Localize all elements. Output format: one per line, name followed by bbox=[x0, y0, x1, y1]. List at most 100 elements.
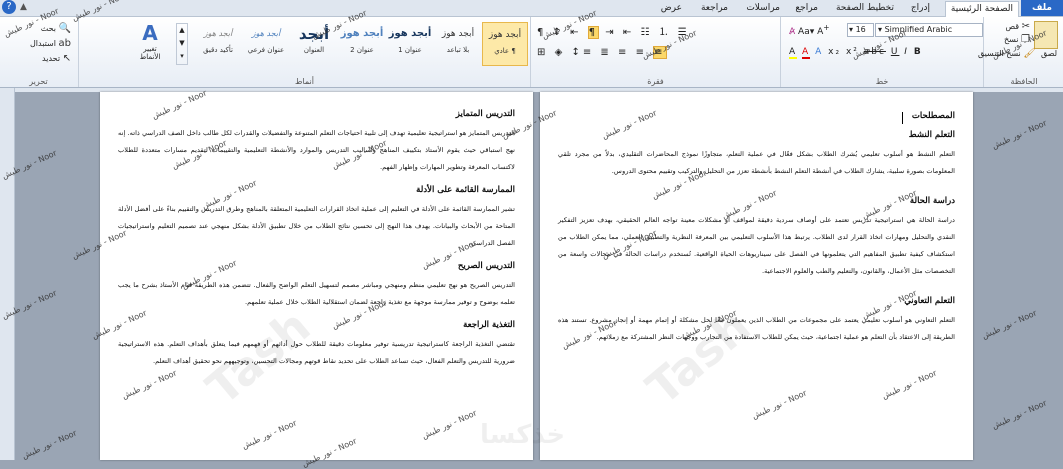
sort-icon[interactable]: ↕ bbox=[553, 27, 564, 38]
select-button[interactable]: ↖ تحديد bbox=[42, 53, 71, 64]
page-left-text[interactable]: التدريس المتمايز التدريس المتمايز هو است… bbox=[118, 100, 515, 374]
ltr-direction-icon[interactable]: ¶ bbox=[587, 26, 600, 39]
tab-file[interactable]: ملف bbox=[1021, 0, 1063, 16]
highlight-color-icon[interactable]: A bbox=[789, 47, 798, 59]
align-left-icon[interactable]: ≡ bbox=[618, 47, 629, 58]
font-size-value: 16 bbox=[855, 25, 866, 34]
underline-icon[interactable]: U bbox=[891, 47, 900, 57]
ribbon-tab-bar: ملف الصفحة الرئيسية إدراج تخطيط الصفحة م… bbox=[0, 0, 1063, 17]
clear-formatting-icon[interactable]: A̷ bbox=[789, 27, 795, 37]
tab-page-layout[interactable]: تخطيط الصفحة bbox=[831, 1, 899, 16]
section-heading: التعلم التعاوني bbox=[904, 296, 955, 306]
style-no-spacing[interactable]: أبجد هوز بلا تباعد bbox=[436, 22, 480, 64]
format-painter-button[interactable]: 🖌 نسخ التنسيق bbox=[978, 48, 1036, 59]
style-preview: أبجد هوز bbox=[203, 29, 233, 38]
style-name: عنوان فرعي bbox=[247, 46, 285, 54]
font-name-combobox[interactable]: ▾ Simplified Arabic bbox=[875, 23, 983, 37]
format-painter-label: نسخ التنسيق bbox=[977, 49, 1021, 58]
style-heading-2[interactable]: أبجد هوز عنوان 2 bbox=[340, 22, 384, 64]
tab-references[interactable]: مراجع bbox=[790, 1, 823, 16]
tab-insert[interactable]: إدراج bbox=[906, 1, 935, 16]
help-icon[interactable]: ? bbox=[2, 0, 16, 14]
superscript-icon[interactable]: x² bbox=[846, 47, 859, 57]
section-paragraph: تقتضي التغذية الراجعة كاستراتيجية تدريسي… bbox=[118, 340, 515, 365]
scroll-up-icon[interactable]: ▲ bbox=[177, 24, 187, 37]
justify-icon[interactable]: ≣ bbox=[600, 47, 611, 58]
document-page-right[interactable]: المصطلحات التعلم النشط التعلم النشط هو أ… bbox=[540, 92, 973, 460]
replace-icon: ab bbox=[58, 38, 71, 49]
font-name-value: Simplified Arabic bbox=[884, 25, 953, 34]
tab-home[interactable]: الصفحة الرئيسية bbox=[944, 1, 1019, 17]
vertical-ruler bbox=[0, 88, 15, 460]
tab-review[interactable]: مراجعة bbox=[696, 1, 733, 16]
bold-icon[interactable]: B bbox=[914, 47, 923, 57]
change-case-icon[interactable]: Aa▾ bbox=[798, 27, 814, 37]
style-subtle-emphasis[interactable]: أبجد هوز تأكيد دقيق bbox=[196, 22, 240, 64]
paragraph-row-2: ⊞ ◈ ↕≡ ≣ ≡ ≡ ≡ bbox=[537, 46, 667, 59]
clipboard-group: لصق ✂ قص ❐ نسخ 🖌 نسخ التنسيق الحافظة bbox=[978, 17, 1063, 87]
editing-group-label: تحرير bbox=[29, 77, 48, 86]
align-right-icon[interactable]: ≡ bbox=[653, 46, 667, 59]
section-paragraph: التدريس المتمايز هو استراتيجية تعليمية ت… bbox=[118, 129, 515, 171]
scroll-down-icon[interactable]: ▼ bbox=[177, 37, 187, 50]
watermark-text: نور طيش - Noor bbox=[990, 398, 1049, 431]
style-subtitle[interactable]: أبجد هوز عنوان فرعي bbox=[244, 22, 288, 64]
copy-icon: ❐ bbox=[1021, 34, 1030, 45]
numbering-icon[interactable]: ⒈ bbox=[659, 27, 672, 38]
select-arrow-icon: ↖ bbox=[62, 53, 71, 64]
section-paragraph: التعلم النشط هو أسلوب تعليمي يُشرك الطلا… bbox=[558, 150, 955, 175]
style-name: ¶ عادي bbox=[494, 47, 516, 55]
document-page-left[interactable]: التدريس المتمايز التدريس المتمايز هو است… bbox=[100, 92, 533, 460]
tab-view[interactable]: عرض bbox=[656, 1, 687, 16]
font-color-icon[interactable]: A bbox=[802, 47, 811, 59]
italic-icon[interactable]: I bbox=[904, 47, 909, 57]
style-normal[interactable]: أبجد هوز ¶ عادي bbox=[482, 22, 528, 66]
style-name: تأكيد دقيق bbox=[203, 46, 233, 54]
replace-button[interactable]: ab استبدال bbox=[30, 38, 71, 49]
section-paragraph: التعلم التعاوني هو أسلوب تعليمي يعتمد عل… bbox=[558, 316, 955, 341]
increase-indent-icon[interactable]: ⇤ bbox=[623, 27, 634, 38]
style-name: العنوان bbox=[303, 46, 325, 54]
binoculars-icon: 🔍 bbox=[58, 23, 71, 34]
page-right-text[interactable]: المصطلحات التعلم النشط التعلم النشط هو أ… bbox=[558, 102, 955, 350]
find-button[interactable]: 🔍 بحث bbox=[41, 23, 71, 34]
style-preview: أبجد هوز bbox=[388, 28, 432, 39]
text-cursor bbox=[902, 112, 903, 124]
shading-icon[interactable]: ◈ bbox=[555, 47, 566, 58]
clipboard-group-label: الحافظة bbox=[1010, 77, 1038, 86]
paragraph-row-1: ¶ ↕ ⇤ ¶ ⇥ ⇤ ☷ ⒈ ☰ bbox=[537, 23, 690, 39]
grow-font-icon[interactable]: A+ bbox=[817, 23, 829, 37]
cut-button[interactable]: ✂ قص bbox=[1005, 21, 1030, 32]
line-spacing-icon[interactable]: ↕≡ bbox=[571, 47, 594, 58]
section-paragraph: تشير الممارسة القائمة على الأدلة في التع… bbox=[118, 205, 515, 247]
scissors-icon: ✂ bbox=[1021, 21, 1030, 32]
section-paragraph: التدريس الصريح هو نهج تعليمي منظم ومنهجي… bbox=[118, 281, 515, 306]
grow-shrink-font-buttons[interactable]: A̷ Aa▾ A+ bbox=[789, 23, 830, 37]
paste-icon[interactable] bbox=[1034, 21, 1058, 49]
section-heading: التغذية الراجعة bbox=[463, 320, 515, 330]
paste-button[interactable]: لصق bbox=[1041, 49, 1057, 58]
style-heading-1[interactable]: أبجد هوز عنوان 1 bbox=[388, 22, 432, 64]
subscript-icon[interactable]: x₂ bbox=[828, 47, 841, 57]
font-size-combobox[interactable]: ▾ 16 bbox=[847, 23, 874, 37]
text-effects-icon[interactable]: A bbox=[815, 47, 823, 57]
style-title[interactable]: أبجد العنوان bbox=[292, 22, 336, 64]
center-icon[interactable]: ≡ bbox=[636, 47, 647, 58]
decrease-indent-icon[interactable]: ⇥ bbox=[605, 27, 616, 38]
ribbon: لصق ✂ قص ❐ نسخ 🖌 نسخ التنسيق الحافظة ▾ S… bbox=[0, 17, 1063, 88]
more-styles-icon[interactable]: ▾ bbox=[177, 50, 187, 63]
style-name: بلا تباعد bbox=[446, 46, 470, 54]
change-styles-button[interactable]: A تغيير الأنماط bbox=[132, 21, 168, 61]
multilevel-list-icon[interactable]: ☷ bbox=[640, 27, 652, 38]
styles-scroll[interactable]: ▲ ▼ ▾ bbox=[176, 23, 188, 65]
rtl-direction-icon[interactable]: ⇤ bbox=[570, 27, 581, 38]
watermark-text: نور طيش - Noor bbox=[980, 308, 1039, 341]
borders-icon[interactable]: ⊞ bbox=[537, 47, 548, 58]
minimize-ribbon-icon[interactable]: ▲ bbox=[20, 2, 27, 12]
strikethrough-icon[interactable]: abc bbox=[864, 47, 886, 57]
pilcrow-icon[interactable]: ¶ bbox=[537, 27, 546, 38]
find-label: بحث bbox=[40, 24, 56, 33]
tab-mailings[interactable]: مراسلات bbox=[741, 1, 785, 16]
bullets-icon[interactable]: ☰ bbox=[678, 27, 690, 38]
copy-button[interactable]: ❐ نسخ bbox=[1004, 34, 1030, 45]
